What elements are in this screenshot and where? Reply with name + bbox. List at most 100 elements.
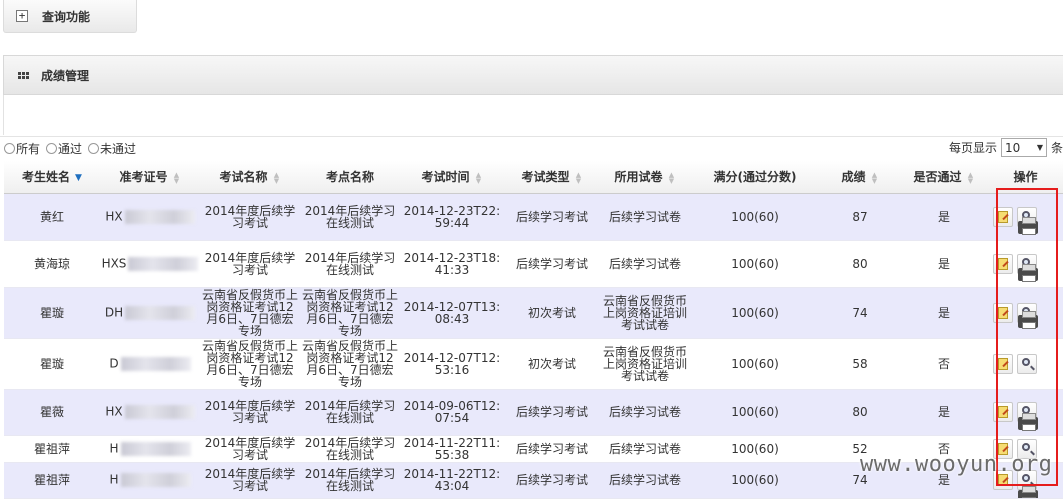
filter-row: 所有 通过 未通过 每页显示 10 ▼ 条: [0, 136, 1063, 160]
table-row[interactable]: 瞿薇 HX 2014年度后续学习考试 2014年后续学习在线测试 2014-09-06T…: [4, 389, 1063, 436]
sort-desc-icon[interactable]: ▼: [75, 173, 82, 183]
cell-site: 2014年后续学习在线测试: [300, 193, 400, 241]
cell-paper: 后续学习试卷: [600, 193, 690, 241]
col-header-ticket[interactable]: 准考证号 ▲ ▼: [100, 161, 200, 194]
cell-type: 后续学习考试: [504, 435, 600, 463]
cell-ticket: H: [100, 435, 200, 463]
cell-ticket: HX: [100, 389, 200, 436]
filter-all-label[interactable]: 所有: [16, 140, 40, 157]
cell-exam: 2014年度后续学习考试: [200, 193, 300, 241]
cell-score: 87: [820, 193, 900, 241]
redacted-mask: [128, 256, 199, 271]
cell-ticket: D: [100, 338, 200, 390]
chevron-down-icon[interactable]: ▼: [1037, 143, 1043, 152]
cell-time: 2014-11-22T12:43:04: [400, 462, 504, 499]
filter-passed-label[interactable]: 通过: [58, 140, 82, 157]
cell-score: 74: [820, 287, 900, 339]
cell-score: 80: [820, 389, 900, 436]
cell-full: 100(60): [690, 435, 820, 463]
cell-time: 2014-12-07T13:08:43: [400, 287, 504, 339]
cell-exam: 云南省反假货币上岗资格证考试12月6日、7日德宏专场: [200, 338, 300, 390]
redacted-mask: [120, 441, 191, 456]
cell-exam: 2014年度后续学习考试: [200, 389, 300, 436]
cell-name: 瞿祖萍: [4, 435, 100, 463]
table-row[interactable]: 黄海琼 HXS 2014年度后续学习考试 2014年后续学习在线测试 2014-12-2…: [4, 240, 1063, 288]
redacted-mask: [120, 473, 191, 487]
watermark: www.wooyun.org: [860, 452, 1053, 477]
page-size-select[interactable]: 10 ▼: [1000, 138, 1047, 157]
cell-name: 瞿薇: [4, 389, 100, 436]
toolbar-area: [3, 95, 1063, 135]
cell-full: 100(60): [690, 389, 820, 436]
table-row[interactable]: 瞿璇 D 云南省反假货币上岗资格证考试12月6日、7日德宏专场 云南省反假货币上岗资格…: [4, 338, 1063, 390]
page-size-label: 每页显示: [948, 141, 997, 155]
col-header-full: 满分(通过分数): [690, 161, 820, 194]
sort-icon[interactable]: ▲ ▼: [871, 171, 879, 184]
cell-name: 瞿璇: [4, 287, 100, 339]
grid-icon: [18, 71, 29, 79]
cell-site: 云南省反假货币上岗资格证考试12月6日、7日德宏专场: [300, 338, 400, 390]
filter-passed-radio[interactable]: 通过: [42, 140, 82, 157]
cell-site: 2014年后续学习在线测试: [300, 389, 400, 436]
col-header-paper[interactable]: 所用试卷 ▲ ▼: [600, 161, 690, 194]
filter-failed-radio[interactable]: 未通过: [84, 140, 136, 157]
sort-icon[interactable]: ▲ ▼: [575, 171, 583, 184]
col-header-score[interactable]: 成绩 ▲ ▼: [820, 161, 900, 194]
cell-score: 80: [820, 240, 900, 288]
cell-full: 100(60): [690, 287, 820, 339]
redacted-mask: [124, 209, 195, 224]
sort-icon[interactable]: ▲ ▼: [967, 171, 975, 184]
sort-icon[interactable]: ▲ ▼: [273, 171, 281, 184]
col-header-time[interactable]: 考试时间 ▲ ▼: [400, 161, 504, 194]
cell-exam: 2014年度后续学习考试: [200, 435, 300, 463]
cell-site: 2014年后续学习在线测试: [300, 435, 400, 463]
cell-name: 黄海琼: [4, 240, 100, 288]
sort-icon[interactable]: ▲ ▼: [173, 171, 181, 184]
query-panel[interactable]: + 查询功能: [3, 0, 137, 33]
filter-failed-label[interactable]: 未通过: [100, 140, 136, 157]
radio-icon[interactable]: [88, 143, 100, 154]
cell-full: 100(60): [690, 462, 820, 499]
cell-paper: 云南省反假货币上岗资格证培训考试试卷: [600, 287, 690, 339]
page-size-value[interactable]: 10: [1005, 141, 1020, 155]
col-header-site: 考点名称: [300, 161, 400, 194]
cell-exam: 2014年度后续学习考试: [200, 462, 300, 499]
cell-pass: 是: [900, 240, 988, 288]
cell-exam: 2014年度后续学习考试: [200, 240, 300, 288]
col-header-exam[interactable]: 考试名称 ▲ ▼: [200, 161, 300, 194]
table-row[interactable]: 瞿璇 DH 云南省反假货币上岗资格证考试12月6日、7日德宏专场 云南省反假货币上岗资…: [4, 287, 1063, 339]
cell-site: 2014年后续学习在线测试: [300, 462, 400, 499]
cell-exam: 云南省反假货币上岗资格证考试12月6日、7日德宏专场: [200, 287, 300, 339]
cell-paper: 后续学习试卷: [600, 389, 690, 436]
cell-ticket: HXS: [100, 240, 200, 288]
table-row[interactable]: 黄红 HX 2014年度后续学习考试 2014年后续学习在线测试 2014-12-23T…: [4, 193, 1063, 241]
cell-name: 瞿璇: [4, 338, 100, 390]
cell-type: 初次考试: [504, 287, 600, 339]
sort-icon[interactable]: ▲ ▼: [668, 171, 676, 184]
grade-panel-title: 成绩管理: [41, 68, 90, 83]
plus-icon[interactable]: +: [16, 10, 28, 22]
sort-icon[interactable]: ▲ ▼: [475, 171, 483, 184]
cell-name: 黄红: [4, 193, 100, 241]
col-header-name[interactable]: 考生姓名 ▼: [4, 161, 100, 194]
col-header-type[interactable]: 考试类型 ▲ ▼: [504, 161, 600, 194]
cell-full: 100(60): [690, 240, 820, 288]
cell-type: 初次考试: [504, 338, 600, 390]
cell-ticket: H: [100, 462, 200, 499]
ops-highlight-box: [996, 188, 1058, 486]
cell-time: 2014-12-07T12:53:16: [400, 338, 504, 390]
cell-type: 后续学习考试: [504, 240, 600, 288]
query-panel-title[interactable]: 查询功能: [42, 8, 90, 25]
cell-ticket: DH: [100, 287, 200, 339]
cell-time: 2014-12-23T18:41:33: [400, 240, 504, 288]
col-header-pass[interactable]: 是否通过 ▲ ▼: [900, 161, 988, 194]
cell-full: 100(60): [690, 338, 820, 390]
filter-all-radio[interactable]: 所有: [0, 140, 40, 157]
cell-pass: 是: [900, 193, 988, 241]
cell-full: 100(60): [690, 193, 820, 241]
grade-panel-header: 成绩管理: [3, 55, 1063, 95]
radio-icon[interactable]: [4, 143, 15, 154]
radio-icon[interactable]: [46, 143, 58, 154]
redacted-mask: [125, 305, 196, 320]
redacted-mask: [124, 405, 195, 419]
